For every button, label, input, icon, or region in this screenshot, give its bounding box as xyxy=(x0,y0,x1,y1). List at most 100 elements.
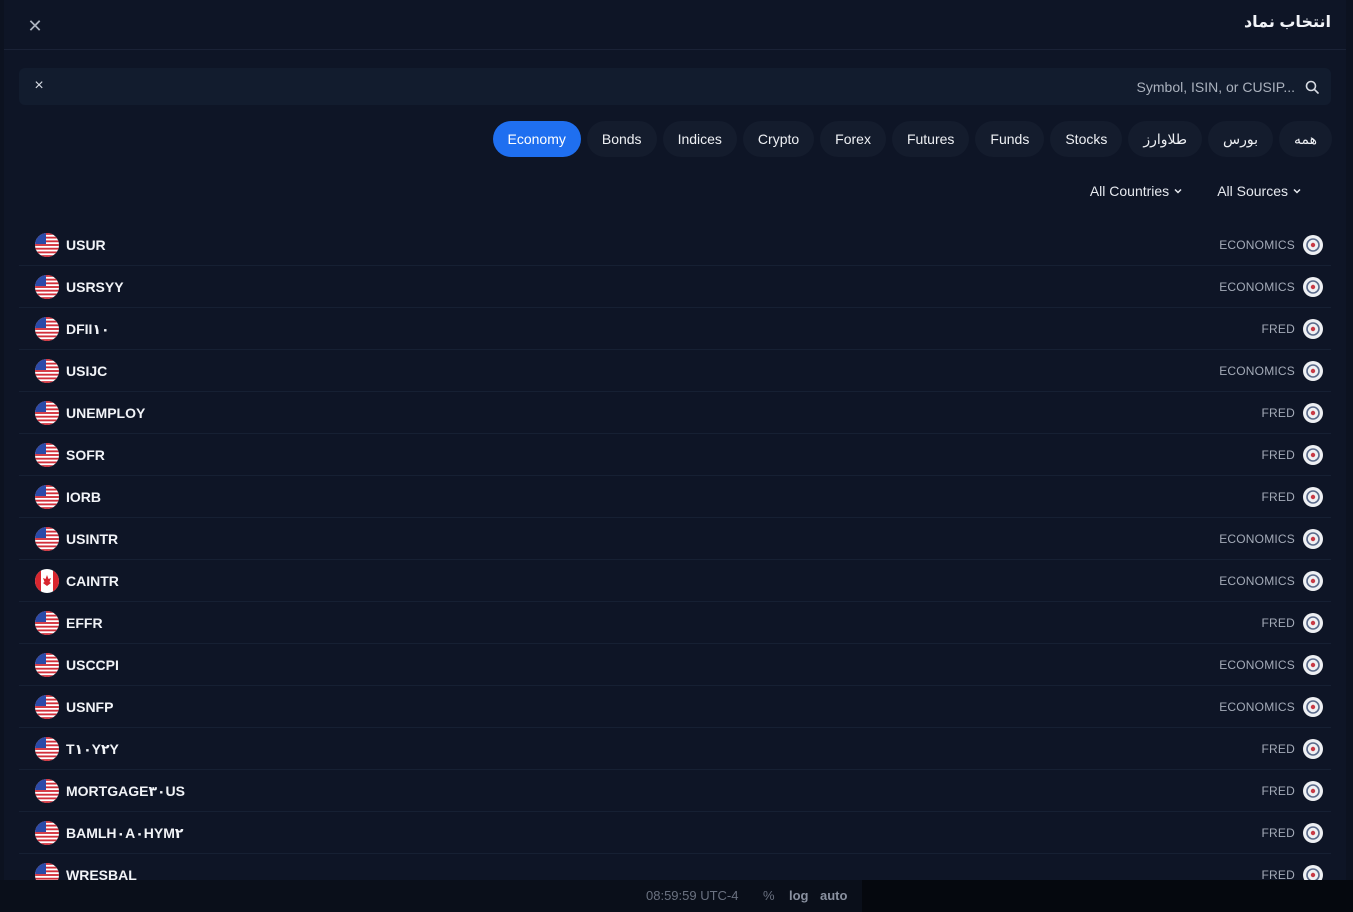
tab-item[interactable]: بورس xyxy=(1208,121,1274,157)
symbol-row[interactable]: UNEMPLOY FRED xyxy=(19,392,1331,434)
clear-search-icon[interactable]: × xyxy=(31,78,47,94)
us-flag-icon xyxy=(35,233,59,257)
status-bar-dark-area xyxy=(862,880,1353,912)
chevron-down-icon xyxy=(1293,188,1301,194)
source-label: FRED xyxy=(1261,616,1295,630)
source-label: ECONOMICS xyxy=(1219,700,1295,714)
us-flag-icon xyxy=(35,611,59,635)
symbol-row[interactable]: WRESBAL FRED xyxy=(19,854,1331,880)
tab-item[interactable]: Forex xyxy=(820,121,886,157)
symbol-name: USNFP xyxy=(66,699,114,715)
source-label: FRED xyxy=(1261,406,1295,420)
source-logo-icon xyxy=(1303,403,1323,423)
source-label: ECONOMICS xyxy=(1219,238,1295,252)
source-logo-icon xyxy=(1303,361,1323,381)
symbol-name: USRSYY xyxy=(66,279,124,295)
source-label: FRED xyxy=(1261,322,1295,336)
symbol-row[interactable]: USUR ECONOMICS xyxy=(19,224,1331,266)
symbol-name: USUR xyxy=(66,237,106,253)
us-flag-icon xyxy=(35,821,59,845)
symbol-row[interactable]: CAINTR ECONOMICS xyxy=(19,560,1331,602)
source-label: FRED xyxy=(1261,448,1295,462)
tab-item[interactable]: Crypto xyxy=(742,121,815,157)
tab-item[interactable]: Stocks xyxy=(1050,121,1123,157)
symbol-row[interactable]: DFII۱۰ FRED xyxy=(19,308,1331,350)
filters: All Sources All Countries xyxy=(1090,182,1302,200)
symbol-name: T۱۰Y۲Y xyxy=(66,741,119,757)
symbol-row[interactable]: SOFR FRED xyxy=(19,434,1331,476)
dialog-title: انتخاب نماد xyxy=(1243,14,1331,31)
symbol-name: WRESBAL xyxy=(66,867,137,880)
symbol-name: DFII۱۰ xyxy=(66,321,110,337)
symbol-name: SOFR xyxy=(66,447,105,463)
all-countries-dropdown[interactable]: All Countries xyxy=(1090,182,1183,200)
source-label: FRED xyxy=(1261,742,1295,756)
all-countries-label: All Countries xyxy=(1089,183,1170,199)
symbol-list: USUR ECONOMICS USRSYY ECONOMICS DFII۱۰ FRED US… xyxy=(19,224,1331,880)
source-label: ECONOMICS xyxy=(1219,574,1295,588)
close-icon[interactable]: ✕ xyxy=(26,17,44,35)
tab-item[interactable]: طلاوارز xyxy=(1128,121,1203,157)
us-flag-icon xyxy=(35,401,59,425)
tab-item[interactable]: Futures xyxy=(891,121,970,157)
symbol-name: CAINTR xyxy=(66,573,119,589)
tab-item[interactable]: Economy xyxy=(492,121,581,157)
all-sources-label: All Sources xyxy=(1217,183,1288,199)
symbol-name: EFFR xyxy=(66,615,103,631)
canada-flag-icon xyxy=(35,569,59,593)
symbol-row[interactable]: USIJC ECONOMICS xyxy=(19,350,1331,392)
symbol-row[interactable]: USCCPI ECONOMICS xyxy=(19,644,1331,686)
tab-item[interactable]: Indices xyxy=(662,121,737,157)
source-logo-icon xyxy=(1303,823,1323,843)
symbol-name: IORB xyxy=(66,489,101,505)
source-logo-icon xyxy=(1303,613,1323,633)
dialog-header: انتخاب نماد ✕ xyxy=(4,0,1346,50)
log-toggle[interactable]: log xyxy=(789,888,809,903)
percent-toggle[interactable]: % xyxy=(763,888,775,903)
source-logo-icon xyxy=(1303,277,1323,297)
symbol-row[interactable]: USINTR ECONOMICS xyxy=(19,518,1331,560)
symbol-name: USCCPI xyxy=(66,657,119,673)
source-label: ECONOMICS xyxy=(1219,364,1295,378)
symbol-name: USIJC xyxy=(66,363,108,379)
symbol-row[interactable]: BAMLH۰A۰HYM۲ FRED xyxy=(19,812,1331,854)
symbol-name: USINTR xyxy=(66,531,119,547)
us-flag-icon xyxy=(35,737,59,761)
us-flag-icon xyxy=(35,527,59,551)
symbol-row[interactable]: USNFP ECONOMICS xyxy=(19,686,1331,728)
source-label: ECONOMICS xyxy=(1219,280,1295,294)
us-flag-icon xyxy=(35,653,59,677)
search-icon xyxy=(1305,80,1319,94)
auto-toggle[interactable]: auto xyxy=(820,888,847,903)
symbol-row[interactable]: MORTGAGE۳۰US FRED xyxy=(19,770,1331,812)
source-label: FRED xyxy=(1261,784,1295,798)
us-flag-icon xyxy=(35,443,59,467)
search-bar: × xyxy=(19,68,1331,105)
chevron-down-icon xyxy=(1174,188,1182,194)
us-flag-icon xyxy=(35,359,59,383)
symbol-name: MORTGAGE۳۰US xyxy=(66,783,185,799)
search-input[interactable] xyxy=(59,68,1295,105)
symbol-name: UNEMPLOY xyxy=(66,405,146,421)
source-logo-icon xyxy=(1303,865,1323,880)
tab-item[interactable]: Funds xyxy=(975,121,1045,157)
us-flag-icon xyxy=(35,485,59,509)
source-logo-icon xyxy=(1303,655,1323,675)
source-logo-icon xyxy=(1303,781,1323,801)
tab-item[interactable]: همه xyxy=(1279,121,1332,157)
symbol-row[interactable]: USRSYY ECONOMICS xyxy=(19,266,1331,308)
source-logo-icon xyxy=(1303,529,1323,549)
symbol-row[interactable]: IORB FRED xyxy=(19,476,1331,518)
tab-item[interactable]: Bonds xyxy=(586,121,657,157)
us-flag-icon xyxy=(35,695,59,719)
status-bar: 08:59:59 UTC-4 % log auto xyxy=(0,880,1353,912)
source-label: FRED xyxy=(1261,826,1295,840)
us-flag-icon xyxy=(35,863,59,880)
us-flag-icon xyxy=(35,317,59,341)
category-tabs: همه بورس طلاوارز Stocks Funds Futures Forex Cry… xyxy=(492,121,1332,157)
all-sources-dropdown[interactable]: All Sources xyxy=(1217,182,1302,200)
symbol-row[interactable]: EFFR FRED xyxy=(19,602,1331,644)
symbol-row[interactable]: T۱۰Y۲Y FRED xyxy=(19,728,1331,770)
source-logo-icon xyxy=(1303,319,1323,339)
source-logo-icon xyxy=(1303,739,1323,759)
